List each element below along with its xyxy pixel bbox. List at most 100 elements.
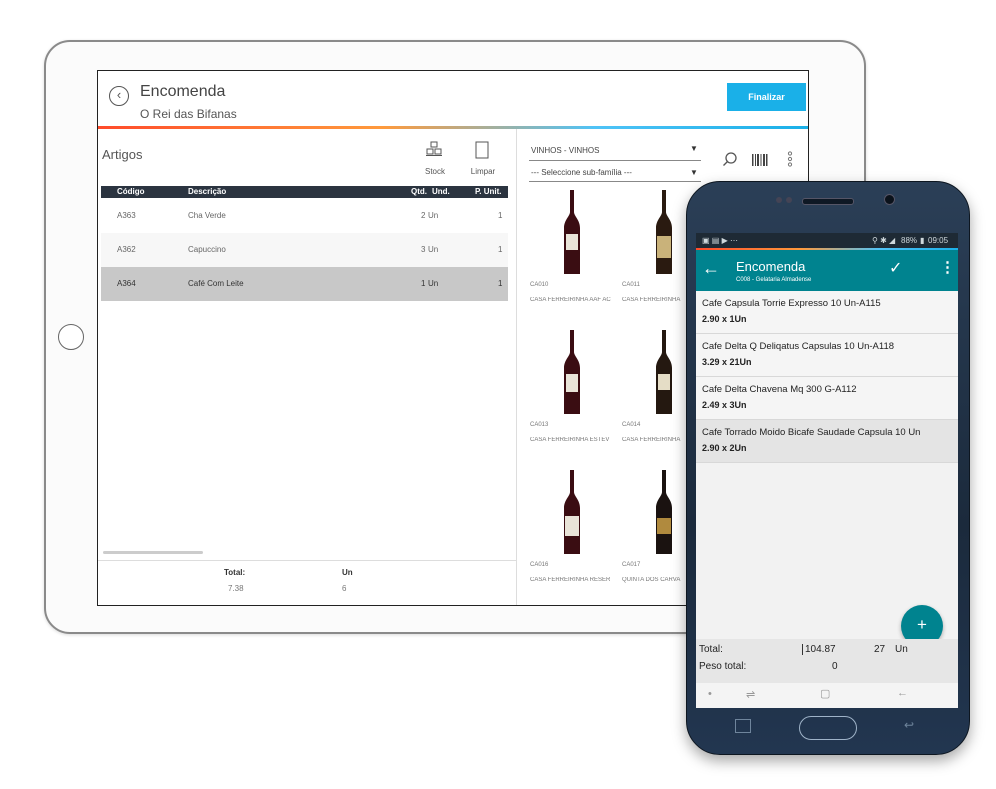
phone-camera	[884, 194, 895, 205]
units-value: 6	[342, 584, 347, 593]
product-name: CASA FERREIRINHA RESER	[530, 577, 611, 583]
col-unit: Und.	[432, 187, 450, 196]
finalize-button[interactable]: Finalizar	[727, 83, 806, 111]
col-unit-price: P. Unit.	[475, 187, 502, 196]
wine-bottle-icon	[656, 470, 672, 554]
col-code: Código	[117, 187, 145, 196]
customer-name: C008 - Gelataria Almadense	[736, 277, 812, 283]
home-icon[interactable]: ▢	[820, 687, 830, 700]
family-select[interactable]: VINHOS - VINHOS	[531, 146, 599, 155]
product-code: CA011	[622, 282, 640, 288]
row-unit: Un	[428, 245, 439, 254]
battery-icon: ▮	[920, 236, 925, 245]
barcode-icon[interactable]	[752, 153, 768, 171]
units-label: Un	[342, 568, 353, 577]
customer-name: O Rei das Bifanas	[140, 107, 237, 121]
row-code: A362	[117, 245, 136, 254]
table-row[interactable]: A362 Capuccino 3 Un 1	[101, 233, 508, 267]
family-dropdown-arrow-icon[interactable]: ▼	[690, 144, 698, 153]
tablet-home-button[interactable]	[58, 324, 84, 350]
col-description: Descrição	[188, 187, 227, 196]
clear-icon	[467, 141, 497, 163]
more-vertical-icon[interactable]	[787, 151, 793, 172]
clock: 09:05	[928, 236, 949, 245]
item-qty: 2.49 x 3Un	[702, 400, 747, 410]
product-name: CASA FERREIRINHA AAF AC	[530, 297, 611, 303]
signal-icon: ⚲ ✱ ◢	[872, 236, 896, 245]
row-unit: Un	[428, 211, 439, 220]
row-qty: 3	[421, 245, 426, 254]
table-row[interactable]: A363 Cha Verde 2 Un 1	[101, 199, 508, 233]
phone-sensor	[776, 197, 782, 203]
item-qty: 2.90 x 1Un	[702, 314, 747, 324]
more-vertical-icon[interactable]: ⋮	[940, 258, 955, 276]
row-description: Cha Verde	[188, 211, 226, 220]
section-title: Artigos	[102, 147, 143, 162]
item-qty: 2.90 x 2Un	[702, 443, 747, 453]
header-gradient-bar	[98, 126, 808, 129]
row-price: 1	[498, 245, 503, 254]
recent-apps-key-icon[interactable]	[735, 719, 751, 733]
stock-label: Stock	[424, 167, 445, 176]
product-code: CA010	[530, 282, 549, 288]
item-name: Cafe Delta Chavena Mq 300 G-A112	[702, 384, 857, 395]
row-price: 1	[498, 279, 503, 288]
product-code: CA016	[530, 562, 549, 568]
subfamily-select-underline	[529, 181, 701, 182]
product-tile[interactable]: CA016 CASA FERREIRINHA RESER	[528, 466, 621, 604]
item-name: Cafe Torrado Moido Bicafe Saudade Capsul…	[702, 427, 921, 438]
total-label: Total:	[699, 644, 723, 655]
table-row-selected[interactable]: A364 Café Com Leite 1 Un 1	[101, 267, 508, 301]
product-tile[interactable]: CA013 CASA FERREIRINHA ESTEV	[528, 326, 621, 464]
app-bar: ← Encomenda C008 - Gelataria Almadense ✓…	[696, 250, 958, 291]
row-code: A364	[117, 279, 136, 288]
list-item[interactable]: Cafe Delta Chavena Mq 300 G-A112 2.49 x …	[696, 377, 958, 420]
page-title: Encomenda	[736, 259, 806, 274]
recent-apps-icon[interactable]: ⇌	[746, 688, 755, 701]
units-value: 27	[874, 644, 886, 655]
row-price: 1	[498, 211, 503, 220]
phone-home-button[interactable]	[799, 716, 857, 740]
total-value: 7.38	[228, 584, 244, 593]
totals-divider	[98, 560, 516, 561]
wine-bottle-icon	[564, 470, 580, 554]
wine-bottle-icon	[564, 190, 580, 274]
status-bar: ▣ ▤ ▶ ⋯ ⚲ ✱ ◢ 88% ▮ 09:05	[696, 233, 958, 248]
panel-divider	[516, 129, 517, 605]
list-item-selected[interactable]: Cafe Torrado Moido Bicafe Saudade Capsul…	[696, 420, 958, 463]
subfamily-select[interactable]: --- Seleccione sub-família ---	[531, 168, 632, 177]
col-qty: Qtd.	[411, 187, 427, 196]
item-qty: 3.29 x 21Un	[702, 357, 752, 367]
table-header: Código Descrição Qtd. Und. P. Unit.	[101, 186, 508, 198]
row-description: Capuccino	[188, 245, 226, 254]
item-name: Cafe Capsula Torrie Expresso 10 Un-A115	[702, 298, 881, 309]
item-name: Cafe Delta Q Deliqatus Capsulas 10 Un-A1…	[702, 341, 895, 352]
battery-level: 88%	[901, 236, 918, 245]
nav-dot-icon[interactable]: •	[708, 688, 712, 700]
check-icon[interactable]: ✓	[889, 258, 902, 278]
weight-label: Peso total:	[699, 661, 747, 672]
back-icon[interactable]: ←	[897, 687, 908, 699]
back-arrow-icon[interactable]: ←	[702, 258, 720, 279]
weight-value: 0	[832, 661, 838, 672]
product-name: CASA FERREIRINHA ESTEV	[530, 437, 610, 443]
row-unit: Un	[428, 279, 439, 288]
list-item[interactable]: Cafe Capsula Torrie Expresso 10 Un-A115 …	[696, 291, 958, 334]
product-code: CA013	[530, 422, 549, 428]
row-qty: 1	[421, 279, 426, 288]
product-tile[interactable]: CA010 CASA FERREIRINHA AAF AC	[528, 186, 621, 324]
wine-bottle-icon	[656, 190, 672, 274]
wine-bottle-icon	[656, 330, 672, 414]
list-item[interactable]: Cafe Delta Q Deliqatus Capsulas 10 Un-A1…	[696, 334, 958, 377]
back-key-icon[interactable]: ↩	[904, 718, 914, 732]
row-code: A363	[117, 211, 136, 220]
wine-bottle-icon	[564, 330, 580, 414]
search-icon[interactable]	[722, 151, 738, 172]
family-select-underline	[529, 160, 701, 161]
subfamily-dropdown-arrow-icon[interactable]: ▼	[690, 168, 698, 177]
row-qty: 2	[421, 211, 426, 220]
table-scrollbar[interactable]	[103, 551, 203, 554]
phone-screen: ▣ ▤ ▶ ⋯ ⚲ ✱ ◢ 88% ▮ 09:05 ← Encomenda C0…	[696, 233, 958, 708]
product-code: CA014	[622, 422, 641, 428]
back-circle-icon[interactable]: ‹	[109, 86, 129, 106]
